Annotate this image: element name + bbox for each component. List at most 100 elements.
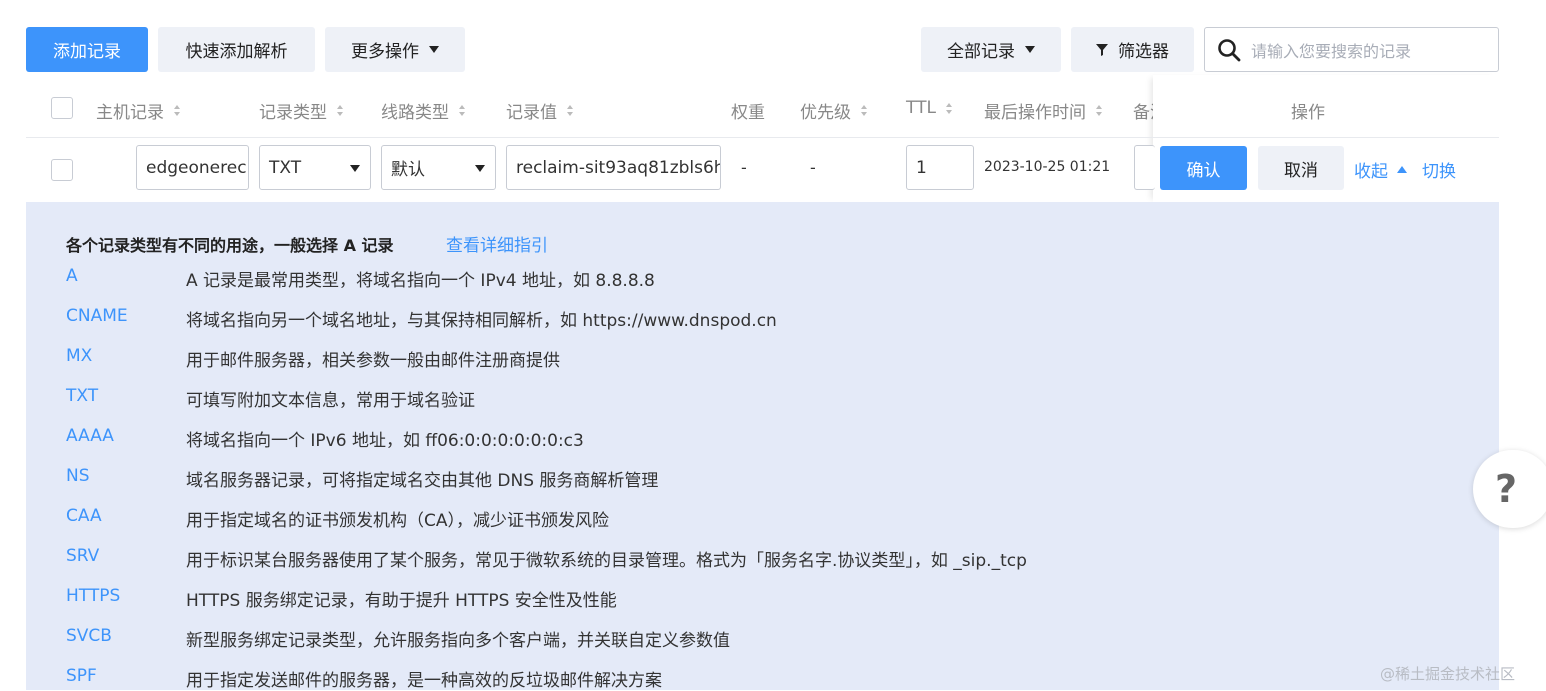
line-value: 默认 bbox=[391, 160, 425, 180]
search-input[interactable] bbox=[1249, 36, 1493, 66]
type-value: TXT bbox=[269, 157, 302, 178]
guide-item: SPF 用于指定发送邮件的服务器，是一种高效的反垃圾邮件解决方案 bbox=[66, 666, 662, 691]
guide-item-desc: 域名服务器记录，可将指定域名交由其他 DNS 服务商解析管理 bbox=[186, 471, 659, 491]
header-line-label: 线路类型 bbox=[381, 103, 449, 123]
guide-item-type: TXT bbox=[66, 386, 99, 406]
more-actions-button[interactable]: 更多操作 bbox=[325, 27, 465, 72]
add-record-label: 添加记录 bbox=[53, 42, 121, 62]
header-value-label: 记录值 bbox=[506, 103, 557, 123]
remark-input[interactable] bbox=[1134, 145, 1155, 190]
guide-item-type: CNAME bbox=[66, 306, 128, 326]
guide-detail-link[interactable]: 查看详细指引 bbox=[446, 231, 548, 256]
filter-label: 筛选器 bbox=[1118, 42, 1169, 62]
guide-item-desc: HTTPS 服务绑定记录，有助于提升 HTTPS 安全性及性能 bbox=[186, 591, 617, 611]
all-records-dropdown[interactable]: 全部记录 bbox=[921, 27, 1061, 72]
sort-icon[interactable] bbox=[567, 105, 573, 116]
help-button[interactable]: ? bbox=[1473, 450, 1546, 528]
collapse-link[interactable]: 收起 bbox=[1354, 157, 1407, 182]
search-icon[interactable] bbox=[1217, 38, 1241, 62]
header-type[interactable]: 记录类型 bbox=[259, 98, 343, 123]
row-checkbox[interactable] bbox=[51, 159, 73, 181]
watermark: @稀土掘金技术社区 bbox=[1380, 665, 1516, 683]
header-last-modified[interactable]: 最后操作时间 bbox=[984, 98, 1102, 123]
guide-item-type: AAAA bbox=[66, 426, 114, 446]
header-ttl[interactable]: TTL bbox=[906, 98, 952, 118]
switch-link[interactable]: 切换 bbox=[1422, 157, 1456, 182]
line-select[interactable]: 默认 bbox=[381, 145, 496, 190]
sort-icon[interactable] bbox=[945, 102, 952, 114]
select-all-checkbox[interactable] bbox=[51, 97, 73, 119]
header-value[interactable]: 记录值 bbox=[506, 98, 573, 123]
header-remark-label: 备注 bbox=[1133, 103, 1155, 123]
ttl-input[interactable]: 1 bbox=[906, 145, 974, 190]
cancel-button[interactable]: 取消 bbox=[1258, 146, 1344, 190]
guide-title: 各个记录类型有不同的用途，一般选择 A 记录 bbox=[66, 236, 394, 255]
host-input[interactable]: edgeonerec bbox=[136, 145, 249, 190]
host-value: edgeonerec bbox=[146, 157, 247, 178]
guide-item: CAA 用于指定域名的证书颁发机构（CA），减少证书颁发风险 bbox=[66, 506, 609, 531]
guide-item: MX 用于邮件服务器，相关参数一般由邮件注册商提供 bbox=[66, 346, 560, 371]
confirm-button[interactable]: 确认 bbox=[1160, 146, 1247, 190]
priority-value: - bbox=[810, 158, 816, 177]
chevron-down-icon bbox=[1025, 46, 1035, 53]
guide-item: AAAA 将域名指向一个 IPv6 地址，如 ff06:0:0:0:0:0:0:c… bbox=[66, 426, 584, 451]
header-actions: 操作 bbox=[1291, 98, 1325, 123]
guide-item: SRV 用于标识某台服务器使用了某个服务，常见于微软系统的目录管理。格式为「服务名… bbox=[66, 546, 1027, 571]
guide-item: TXT 可填写附加文本信息，常用于域名验证 bbox=[66, 386, 475, 411]
header-type-label: 记录类型 bbox=[259, 103, 327, 123]
header-actions-label: 操作 bbox=[1291, 103, 1325, 123]
header-divider bbox=[26, 137, 1499, 138]
header-remark: 备注 bbox=[1133, 98, 1155, 123]
header-line[interactable]: 线路类型 bbox=[381, 98, 465, 123]
guide-item-desc: 新型服务绑定记录类型，允许服务指向多个客户端，并关联自定义参数值 bbox=[186, 631, 730, 651]
guide-item-desc: 用于标识某台服务器使用了某个服务，常见于微软系统的目录管理。格式为「服务名字.协… bbox=[186, 551, 1027, 571]
value-input[interactable]: reclaim-sit93aq81zbls6h3 bbox=[506, 145, 721, 190]
all-records-label: 全部记录 bbox=[947, 42, 1015, 62]
guide-item-type: CAA bbox=[66, 506, 102, 526]
sort-icon[interactable] bbox=[459, 105, 465, 116]
chevron-down-icon bbox=[429, 46, 439, 53]
guide-item: NS 域名服务器记录，可将指定域名交由其他 DNS 服务商解析管理 bbox=[66, 466, 659, 491]
sort-icon[interactable] bbox=[337, 105, 343, 116]
weight-value: - bbox=[741, 158, 747, 177]
collapse-label: 收起 bbox=[1354, 162, 1388, 182]
guide-item: SVCB 新型服务绑定记录类型，允许服务指向多个客户端，并关联自定义参数值 bbox=[66, 626, 730, 651]
guide-item-type: SPF bbox=[66, 666, 97, 686]
header-last-modified-label: 最后操作时间 bbox=[984, 103, 1086, 123]
chevron-down-icon bbox=[475, 165, 485, 172]
search-box bbox=[1204, 27, 1499, 72]
chevron-up-icon bbox=[1397, 166, 1407, 173]
guide-item-type: A bbox=[66, 266, 78, 286]
sort-icon[interactable] bbox=[861, 105, 867, 116]
guide-item-type: SRV bbox=[66, 546, 100, 566]
guide-item: A A 记录是最常用类型，将域名指向一个 IPv4 地址，如 8.8.8.8 bbox=[66, 266, 655, 291]
quick-add-button[interactable]: 快速添加解析 bbox=[158, 27, 315, 72]
confirm-label: 确认 bbox=[1186, 160, 1221, 181]
guide-item-desc: 用于指定发送邮件的服务器，是一种高效的反垃圾邮件解决方案 bbox=[186, 671, 662, 691]
quick-add-label: 快速添加解析 bbox=[185, 42, 288, 62]
guide-item-desc: 可填写附加文本信息，常用于域名验证 bbox=[186, 391, 475, 411]
header-priority[interactable]: 优先级 bbox=[800, 98, 867, 123]
guide-item-type: SVCB bbox=[66, 626, 112, 646]
guide-item-type: MX bbox=[66, 346, 93, 366]
sort-icon[interactable] bbox=[1096, 105, 1102, 116]
guide-item-type: HTTPS bbox=[66, 586, 121, 606]
sort-icon[interactable] bbox=[174, 105, 180, 116]
header-host-label: 主机记录 bbox=[96, 103, 164, 123]
guide-item: HTTPS HTTPS 服务绑定记录，有助于提升 HTTPS 安全性及性能 bbox=[66, 586, 617, 611]
guide-item-desc: 用于指定域名的证书颁发机构（CA），减少证书颁发风险 bbox=[186, 511, 609, 531]
header-host[interactable]: 主机记录 bbox=[96, 98, 180, 123]
more-actions-label: 更多操作 bbox=[351, 42, 419, 62]
guide-item-desc: 将域名指向另一个域名地址，与其保持相同解析，如 https://www.dnsp… bbox=[186, 311, 777, 331]
type-select[interactable]: TXT bbox=[259, 145, 371, 190]
guide-item: CNAME 将域名指向另一个域名地址，与其保持相同解析，如 https://www… bbox=[66, 306, 777, 331]
filter-icon bbox=[1096, 43, 1108, 56]
chevron-down-icon bbox=[350, 165, 360, 172]
record-value: reclaim-sit93aq81zbls6h3 bbox=[516, 157, 721, 178]
header-weight-label: 权重 bbox=[731, 103, 765, 123]
header-priority-label: 优先级 bbox=[800, 103, 851, 123]
add-record-button[interactable]: 添加记录 bbox=[26, 27, 148, 72]
filter-button[interactable]: 筛选器 bbox=[1071, 27, 1194, 72]
last-modified-value: 2023-10-25 01:21 bbox=[984, 159, 1111, 175]
header-ttl-label: TTL bbox=[906, 98, 936, 118]
